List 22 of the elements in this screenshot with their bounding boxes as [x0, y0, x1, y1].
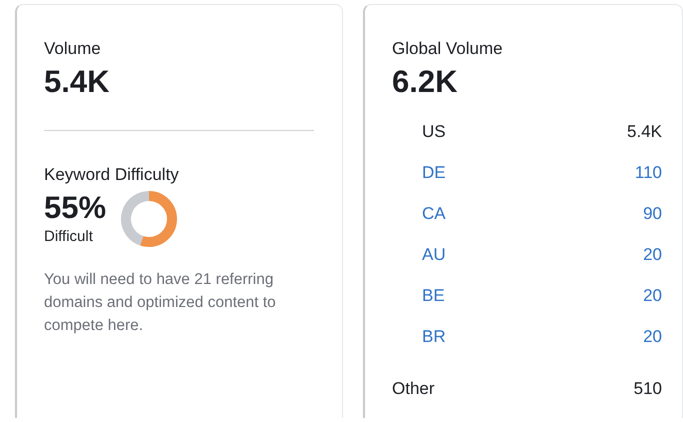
country-code[interactable]: DE	[422, 162, 446, 184]
country-volume[interactable]: 110	[634, 162, 662, 184]
difficulty-value: 55%	[44, 189, 106, 227]
difficulty-label: Keyword Difficulty	[44, 164, 180, 186]
global-volume-label: Global Volume	[392, 38, 504, 60]
difficulty-rating: Difficult	[44, 227, 94, 247]
volume-value: 5.4K	[44, 63, 110, 101]
country-volume[interactable]: 90	[643, 202, 662, 224]
country-code: US	[422, 120, 446, 142]
country-code[interactable]: AU	[422, 244, 446, 266]
other-label: Other	[392, 378, 435, 400]
country-code[interactable]: BE	[422, 284, 445, 306]
difficulty-note: You will need to have 21 referring domains and optimized content to compete here.	[44, 270, 277, 336]
country-volume[interactable]: 20	[643, 326, 662, 348]
country-code[interactable]: CA	[422, 202, 446, 224]
country-volume[interactable]: 20	[643, 284, 662, 306]
country-volume[interactable]: 20	[643, 244, 662, 266]
country-volume: 5.4K	[627, 120, 662, 142]
global-volume-value: 6.2K	[392, 63, 458, 101]
country-code[interactable]: BR	[422, 326, 446, 348]
volume-label: Volume	[44, 38, 102, 60]
other-volume: 510	[634, 378, 662, 400]
